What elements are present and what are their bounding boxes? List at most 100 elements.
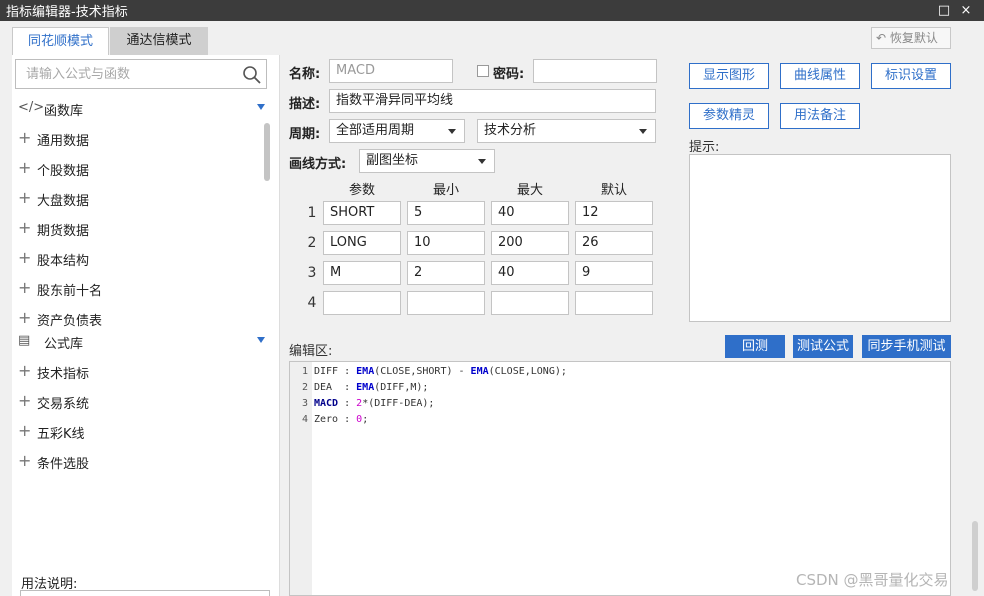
param-row-number: 2 (307, 235, 317, 251)
param-name-cell[interactable]: M (323, 261, 401, 285)
param-name-cell[interactable] (323, 291, 401, 315)
tab-ths-mode[interactable]: 同花顺模式 (12, 27, 109, 55)
restore-default-label: 恢复默认 (889, 31, 938, 45)
param-name-cell[interactable]: LONG (323, 231, 401, 255)
password-checkbox[interactable] (477, 65, 489, 77)
code-line[interactable]: Zero : 0; (314, 414, 368, 425)
plus-icon: + (18, 308, 32, 327)
param-name-cell[interactable]: SHORT (323, 201, 401, 225)
usage-notes-button[interactable]: 用法备注 (780, 103, 860, 129)
tree-item-label: 技术指标 (37, 367, 90, 382)
period-value: 全部适用周期 (336, 123, 415, 138)
tree-item-balance-sheet[interactable]: + 资产负债表 (12, 307, 262, 331)
plus-icon: + (18, 361, 32, 380)
function-lib-label: 函数库 (44, 104, 84, 119)
line-number: 3 (301, 398, 308, 409)
code-line[interactable]: DIFF : EMA(CLOSE,SHORT) - EMA(CLOSE,LONG… (314, 366, 567, 377)
tree-item-technical-indicators[interactable]: + 技术指标 (12, 360, 262, 384)
tree-item-label: 股东前十名 (37, 284, 103, 299)
code-token: DIFF : (314, 366, 357, 377)
tree-item-color-kline[interactable]: + 五彩K线 (12, 420, 262, 444)
password-field[interactable] (533, 59, 657, 83)
plus-icon: + (18, 248, 32, 267)
line-number: 1 (301, 366, 308, 377)
tab-tdx-mode[interactable]: 通达信模式 (110, 27, 208, 55)
caret-down-icon[interactable] (257, 104, 265, 110)
sidebar: </> 函数库 + 通用数据 + 个股数据 + 大盘数据 + 期货数据 + 股本结构 + 股… (12, 55, 280, 596)
tree-item-top10-holders[interactable]: + 股东前十名 (12, 277, 262, 301)
sidebar-scrollbar[interactable] (264, 123, 270, 181)
code-editor[interactable]: 1 2 3 4 DIFF : EMA(CLOSE,SHORT) - EMA(CL… (289, 361, 951, 596)
line-number: 2 (301, 382, 308, 393)
param-min-cell[interactable] (407, 291, 485, 315)
undo-icon: ↶ (876, 31, 887, 45)
editor-label: 编辑区: (289, 344, 333, 359)
code-token: EMA (470, 366, 489, 377)
tree-item-label: 五彩K线 (37, 427, 85, 442)
code-token: EMA (356, 366, 375, 377)
code-icon: </> (18, 100, 45, 115)
param-default-cell[interactable] (575, 291, 653, 315)
description-field[interactable]: 指数平滑异同平均线 (329, 89, 656, 113)
tree-item-stock-data[interactable]: + 个股数据 (12, 157, 262, 181)
draw-mode-select[interactable]: 副图坐标 (359, 149, 495, 173)
tree-item-stock-screener[interactable]: + 条件选股 (12, 450, 262, 474)
line-number: 4 (301, 414, 308, 425)
tree-item-index-data[interactable]: + 大盘数据 (12, 187, 262, 211)
param-default-cell[interactable]: 9 (575, 261, 653, 285)
plus-icon: + (18, 421, 32, 440)
param-max-cell[interactable]: 200 (491, 231, 569, 255)
param-row-number: 4 (307, 295, 317, 311)
code-line[interactable]: MACD : 2*(DIFF-DEA); (314, 398, 434, 409)
tree-item-label: 大盘数据 (37, 194, 90, 209)
param-max-cell[interactable]: 40 (491, 201, 569, 225)
param-min-cell[interactable]: 10 (407, 231, 485, 255)
param-default-cell[interactable]: 26 (575, 231, 653, 255)
param-min-cell[interactable]: 5 (407, 201, 485, 225)
code-token: DEA : (314, 382, 357, 393)
draw-mode-value: 副图坐标 (366, 153, 419, 168)
sync-mobile-test-button[interactable]: 同步手机测试 (862, 335, 951, 358)
param-wizard-button[interactable]: 参数精灵 (689, 103, 769, 129)
formula-lib-header[interactable]: ▤ 公式库 (12, 330, 274, 354)
param-max-cell[interactable]: 40 (491, 261, 569, 285)
tree-item-share-structure[interactable]: + 股本结构 (12, 247, 262, 271)
tree-item-trading-systems[interactable]: + 交易系统 (12, 390, 262, 414)
tree-item-label: 条件选股 (37, 457, 90, 472)
plus-icon: + (18, 451, 32, 470)
maximize-button[interactable]: □ (933, 0, 955, 21)
usage-box (20, 590, 270, 596)
plus-icon: + (18, 391, 32, 410)
tree-item-label: 期货数据 (37, 224, 90, 239)
curve-properties-button[interactable]: 曲线属性 (780, 63, 860, 89)
watermark: CSDN @黑哥量化交易 (796, 571, 949, 589)
window-scrollbar-thumb[interactable] (972, 521, 978, 591)
tree-item-futures-data[interactable]: + 期货数据 (12, 217, 262, 241)
window-scrollbar[interactable] (966, 21, 984, 596)
backtest-button[interactable]: 回测 (725, 335, 785, 358)
tree-item-general-data[interactable]: + 通用数据 (12, 127, 262, 151)
marker-settings-button[interactable]: 标识设置 (871, 63, 951, 89)
close-button[interactable]: × (955, 0, 977, 21)
function-lib-header[interactable]: </> 函数库 (12, 97, 274, 121)
category-select[interactable]: 技术分析 (477, 119, 656, 143)
param-header-default: 默认 (600, 183, 627, 198)
search-icon[interactable] (242, 65, 262, 85)
category-value: 技术分析 (484, 123, 537, 138)
param-min-cell[interactable]: 2 (407, 261, 485, 285)
param-default-cell[interactable]: 12 (575, 201, 653, 225)
show-graph-button[interactable]: 显示图形 (689, 63, 769, 89)
plus-icon: + (18, 158, 32, 177)
search-input[interactable] (26, 65, 236, 83)
caret-down-icon[interactable] (257, 337, 265, 343)
tree-item-label: 股本结构 (37, 254, 90, 269)
code-line[interactable]: DEA : EMA(DIFF,M); (314, 382, 428, 393)
param-max-cell[interactable] (491, 291, 569, 315)
name-label: 名称: (289, 67, 321, 82)
name-field[interactable]: MACD (329, 59, 453, 83)
code-token: : (338, 398, 357, 409)
code-token: (CLOSE,LONG); (488, 366, 567, 377)
period-select[interactable]: 全部适用周期 (329, 119, 465, 143)
restore-default-button[interactable]: ↶ 恢复默认 (871, 27, 951, 49)
test-formula-button[interactable]: 测试公式 (793, 335, 853, 358)
